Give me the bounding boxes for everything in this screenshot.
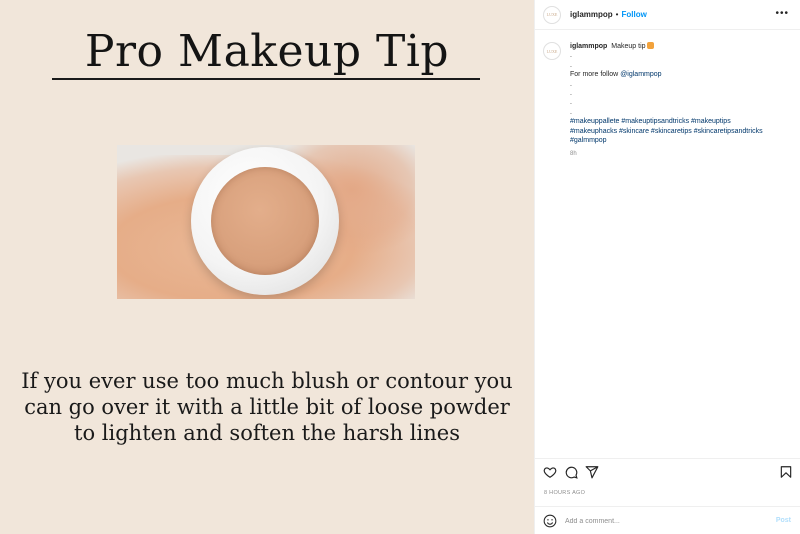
smiley-icon[interactable] [543, 514, 557, 528]
post-comment-button[interactable]: Post [776, 517, 791, 524]
comment-input[interactable] [565, 514, 765, 528]
caption-dot-line: . [570, 52, 572, 60]
caption-avatar-logo-text: LUXE [546, 48, 558, 54]
caption-dot-line: . [570, 90, 572, 98]
caption-username[interactable]: iglammpop [570, 43, 607, 50]
caption-main-text: Makeup tip [611, 43, 646, 50]
bookmark-icon[interactable] [779, 465, 793, 479]
loose-powder [211, 167, 319, 275]
tip-body: If you ever use too much blush or contou… [21, 369, 513, 445]
tip-title: Pro Makeup Tip [84, 26, 450, 77]
caption-text: iglammpop Makeup tip . . For more follow… [570, 42, 790, 160]
post-timestamp: 8 HOURS AGO [544, 490, 586, 496]
caption-dot-line: . [570, 99, 572, 107]
post-image[interactable]: Pro Makeup Tip If you ever use too much … [0, 0, 534, 534]
avatar[interactable]: LUXE [543, 5, 561, 24]
title-underline [52, 78, 480, 80]
caption-dot-line: . [570, 108, 572, 116]
caption-block: LUXE iglammpop Makeup tip . . For more f… [543, 42, 793, 160]
follow-button[interactable]: Follow [621, 10, 646, 19]
caption-follow-prefix: For more follow [570, 71, 621, 79]
caption-hashtags[interactable]: #galmmpop [570, 136, 790, 145]
caption-dot-line: . [570, 61, 572, 69]
post-header: LUXE iglammpop • Follow ••• [535, 0, 800, 30]
caption-age: 8h [570, 151, 577, 158]
caption-avatar[interactable]: LUXE [543, 42, 561, 60]
caption-dot-line: . [570, 80, 572, 88]
header-username[interactable]: iglammpop [570, 10, 613, 19]
face-emoji-icon [646, 42, 654, 49]
comment-bar: Post [535, 506, 800, 534]
powder-photo [117, 145, 415, 299]
caption-hashtags[interactable]: #makeuphacks #skincare #skincaretips #sk… [570, 127, 790, 136]
avatar-logo-text: LUXE [546, 12, 558, 17]
header-separator: • [615, 10, 619, 19]
caption-hashtags[interactable]: #makeuppallete #makeuptipsandtricks #mak… [570, 117, 790, 126]
post-sidebar: LUXE iglammpop • Follow ••• LUXE iglammp… [534, 0, 800, 534]
more-options-icon[interactable]: ••• [775, 8, 789, 19]
action-bar [535, 458, 800, 484]
share-icon[interactable] [585, 465, 599, 479]
comment-icon[interactable] [564, 465, 578, 479]
heart-icon[interactable] [543, 465, 557, 479]
caption-mention-link[interactable]: @iglammpop [620, 71, 661, 78]
